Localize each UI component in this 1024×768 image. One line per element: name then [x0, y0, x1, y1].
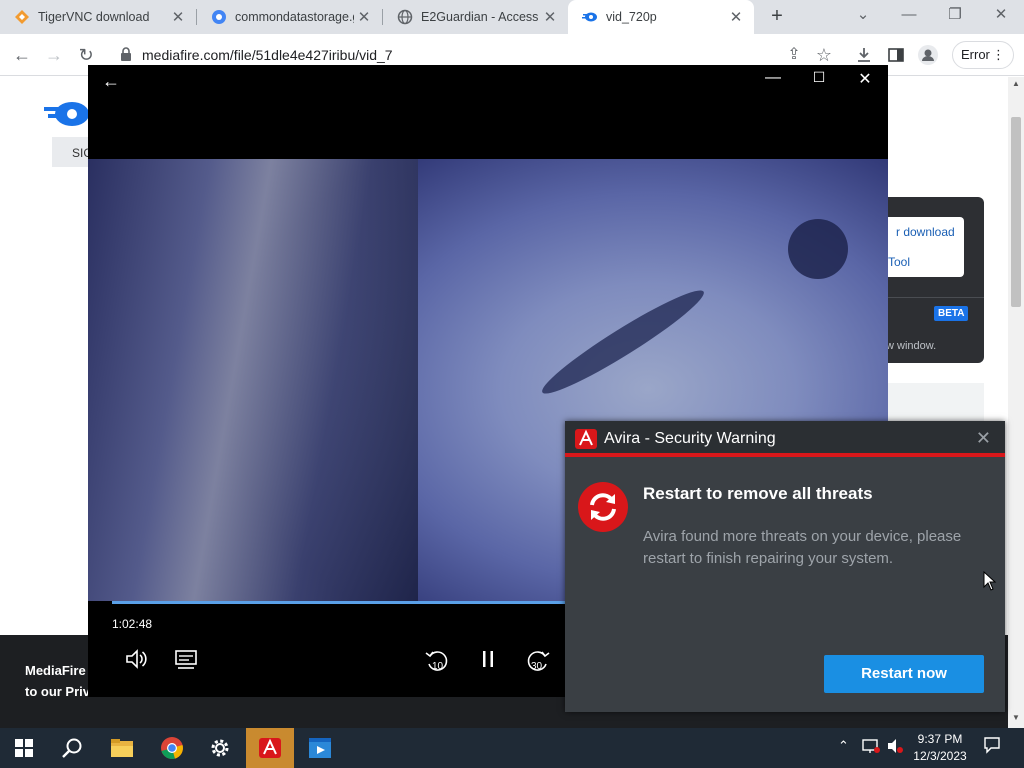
- sign-in-button[interactable]: SIG: [52, 137, 93, 167]
- mouse-cursor-icon: [983, 570, 997, 596]
- popup-message: Avira found more threats on your device,…: [643, 528, 962, 567]
- google-cloud-favicon-icon: [211, 9, 227, 25]
- tab-commondatastorage[interactable]: commondatastorage.g ✕: [197, 0, 382, 34]
- download-options-panel: r download Tool BETA w window.: [886, 197, 984, 363]
- restart-arrows-icon: [578, 482, 628, 532]
- video-content: [535, 280, 711, 404]
- download-icon[interactable]: [852, 43, 876, 67]
- popup-header: Avira - Security Warning ✕: [565, 421, 1005, 457]
- page-scrollbar[interactable]: ▲ ▼: [1008, 77, 1024, 728]
- lock-icon[interactable]: [120, 47, 132, 66]
- tool-link[interactable]: Tool: [888, 255, 910, 269]
- taskbar-clock[interactable]: 9:37 PM 12/3/2023: [912, 731, 968, 765]
- kebab-menu-icon: ⋮: [992, 47, 1005, 62]
- tab-title: E2Guardian - Access D: [421, 10, 540, 24]
- tab-title: TigerVNC download: [38, 10, 150, 24]
- share-icon[interactable]: ⇪: [782, 43, 806, 67]
- search-button[interactable]: [48, 728, 96, 768]
- tab-search-chevron-icon[interactable]: ⌄: [840, 0, 886, 34]
- settings-gear-icon[interactable]: [196, 728, 244, 768]
- chrome-icon[interactable]: [148, 728, 196, 768]
- url-text: mediafire.com/file/51dle4e427iribu/vid_7: [142, 47, 393, 63]
- scroll-down-icon[interactable]: ▼: [1012, 713, 1020, 722]
- skip-forward-seconds: 30: [531, 661, 543, 672]
- tab-close-icon[interactable]: ✕: [168, 8, 188, 26]
- volume-icon[interactable]: [124, 647, 148, 677]
- avira-taskbar-icon[interactable]: [246, 728, 294, 768]
- tab-close-icon[interactable]: ✕: [540, 8, 560, 26]
- popup-close-icon[interactable]: ✕: [976, 428, 991, 449]
- movies-tv-icon[interactable]: [296, 728, 344, 768]
- popup-title: Avira - Security Warning: [604, 430, 776, 447]
- side-card: [886, 383, 984, 423]
- globe-icon: [397, 9, 413, 25]
- windows-taskbar: ⌃ 9:37 PM 12/3/2023: [0, 728, 1024, 768]
- show-hidden-icons-icon[interactable]: ⌃: [838, 738, 849, 754]
- restore-button[interactable]: ❐: [932, 0, 978, 34]
- forward-button[interactable]: →: [42, 43, 66, 67]
- tigervnc-favicon-icon: [14, 9, 30, 25]
- avira-logo-icon: [575, 429, 597, 449]
- divider: [886, 297, 984, 298]
- back-button[interactable]: ←: [10, 43, 34, 67]
- skip-back-seconds: 10: [432, 661, 444, 672]
- windows-logo-icon: [15, 739, 33, 757]
- network-icon[interactable]: [862, 738, 880, 757]
- skip-back-icon[interactable]: 10: [424, 647, 450, 679]
- new-tab-button[interactable]: +: [766, 5, 788, 27]
- error-label: Error: [961, 47, 990, 62]
- file-explorer-icon[interactable]: [98, 728, 146, 768]
- notifications-icon[interactable]: [983, 736, 1001, 757]
- avira-security-warning-popup: Avira - Security Warning ✕ Restart to re…: [565, 421, 1005, 712]
- profile-avatar-icon[interactable]: [916, 43, 940, 67]
- volume-muted-icon[interactable]: [886, 738, 904, 757]
- player-close-button[interactable]: ✕: [842, 69, 888, 89]
- mediafire-logo-icon[interactable]: [44, 99, 90, 134]
- tab-title: commondatastorage.g: [235, 10, 354, 24]
- footer-line-1: MediaFire r: [25, 663, 95, 678]
- scroll-up-icon[interactable]: ▲: [1012, 79, 1020, 88]
- tab-title: vid_720p: [606, 10, 657, 24]
- close-window-button[interactable]: ✕: [978, 0, 1024, 34]
- skip-forward-icon[interactable]: 30: [525, 647, 551, 679]
- restart-now-button[interactable]: Restart now: [824, 655, 984, 693]
- tab-vid-720p[interactable]: vid_720p ✕: [568, 0, 754, 34]
- search-icon: [62, 738, 82, 758]
- bookmark-star-icon[interactable]: ☆: [812, 43, 836, 67]
- popup-headline: Restart to remove all threats: [643, 484, 873, 503]
- back-arrow-icon[interactable]: ←: [102, 71, 120, 92]
- player-minimize-button[interactable]: —: [750, 69, 796, 87]
- start-button[interactable]: [0, 728, 48, 768]
- playback-time: 1:02:48: [112, 617, 153, 631]
- clock-time: 9:37 PM: [917, 732, 963, 746]
- mediafire-favicon-icon: [582, 9, 598, 25]
- minimize-button[interactable]: —: [886, 0, 932, 34]
- video-content: [88, 159, 418, 601]
- new-window-text: w window.: [886, 340, 937, 352]
- seek-bar-progress: [112, 601, 587, 604]
- download-link[interactable]: r download: [896, 225, 955, 239]
- subtitles-icon[interactable]: [174, 647, 198, 677]
- reload-button[interactable]: ↻: [74, 43, 98, 67]
- error-menu-button[interactable]: Error ⋮: [952, 41, 1014, 69]
- scrollbar-thumb[interactable]: [1011, 117, 1021, 307]
- tab-close-icon[interactable]: ✕: [354, 8, 374, 26]
- player-maximize-button[interactable]: ☐: [796, 69, 842, 86]
- footer-line-2: to our Priva: [25, 684, 98, 699]
- tab-strip: TigerVNC download ✕ commondatastorage.g …: [0, 0, 1024, 34]
- tab-tigervnc[interactable]: TigerVNC download ✕: [0, 0, 196, 34]
- clock-date: 12/3/2023: [913, 749, 967, 763]
- tab-close-icon[interactable]: ✕: [726, 8, 746, 26]
- tab-e2guardian[interactable]: E2Guardian - Access D ✕: [383, 0, 568, 34]
- beta-badge: BETA: [934, 306, 969, 321]
- pause-icon[interactable]: [476, 647, 500, 677]
- side-panel-icon[interactable]: [884, 43, 908, 67]
- video-content: [788, 219, 848, 279]
